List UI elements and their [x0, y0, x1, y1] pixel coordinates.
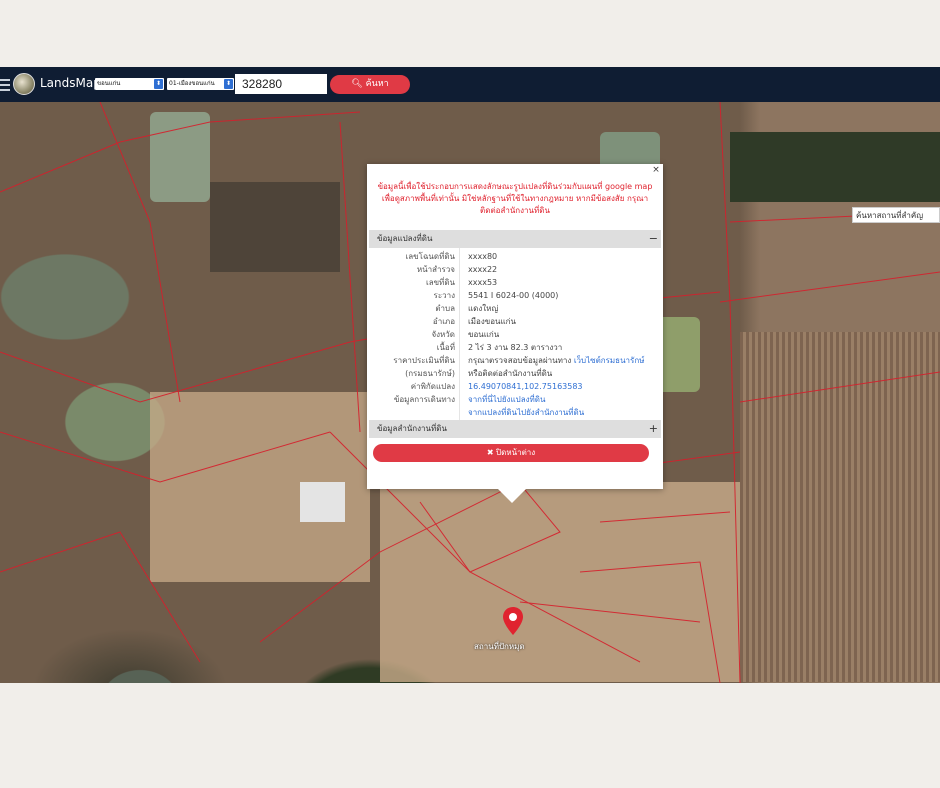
disclaimer-line: ข้อมูลนี้เพื่อใช้ประกอบการแสดงลักษณะรูปแ… — [377, 182, 653, 191]
coordinate-link[interactable]: 16.49070841,102.75163583 — [468, 381, 583, 392]
office-info-section-title: ข้อมูลสำนักงานที่ดิน — [377, 424, 447, 433]
close-icon[interactable]: × — [651, 165, 661, 175]
route-to-parcel-link[interactable]: จากที่นี่ไปยังแปลงที่ดิน — [468, 394, 545, 405]
row-label: (กรมธนารักษ์) — [405, 369, 455, 378]
office-info-section-header[interactable]: ข้อมูลสำนักงานที่ดิน + — [369, 420, 661, 438]
province-select[interactable]: ขอนแก่น ⬍ — [95, 78, 164, 90]
search-icon: 🔍︎ — [351, 79, 363, 89]
row-label: ค่าพิกัดแปลง — [410, 382, 455, 391]
district-select-value: 01-เมืองขอนแก่น — [169, 80, 215, 87]
row-value: กรุณาตรวจสอบข้อมูลผ่านทาง เว็บไซต์กรมธนา… — [468, 355, 644, 366]
land-info-section-header[interactable]: ข้อมูลแปลงที่ดิน − — [369, 230, 661, 248]
landmark-search-input[interactable]: ค้นหาสถานที่สำคัญ — [852, 207, 940, 223]
row-value: xxxx80 — [468, 252, 498, 261]
marker-label: สถานที่ปักหมุด — [474, 642, 525, 651]
collapse-icon[interactable]: − — [649, 230, 658, 248]
province-select-value: ขอนแก่น — [97, 80, 121, 87]
row-label: จังหวัด — [431, 330, 455, 339]
row-label: เลขที่ดิน — [425, 278, 455, 287]
row-label: ระวาง — [433, 291, 455, 300]
row-value: 2 ไร่ 3 งาน 82.3 ตารางวา — [468, 343, 563, 352]
row-label: ตำบล — [435, 304, 455, 313]
search-button[interactable]: 🔍︎ ค้นหา — [330, 75, 410, 94]
row-label: เนื้อที่ — [436, 343, 455, 352]
row-label: ราคาประเมินที่ดิน — [393, 356, 455, 365]
search-button-label: ค้นหา — [365, 79, 389, 89]
location-pin-icon[interactable] — [503, 607, 523, 635]
disclaimer-line: ติดต่อสำนักงานที่ดิน — [480, 206, 550, 215]
row-value: xxxx22 — [468, 265, 498, 274]
row-label: เลขโฉนดที่ดิน — [405, 252, 455, 261]
route-to-office-link[interactable]: จากแปลงที่ดินไปยังสำนักงานที่ดิน — [468, 407, 584, 418]
row-value: แดงใหญ่ — [468, 304, 499, 313]
row-value: 5541 I 6024-00 (4000) — [468, 291, 559, 300]
chevron-down-icon: ⬍ — [154, 79, 163, 89]
menu-icon[interactable] — [0, 76, 10, 92]
row-value: ขอนแก่น — [468, 330, 500, 339]
top-navbar: LandsMaps ขอนแก่น ⬍ 01-เมืองขอนแก่น ⬍ 🔍︎… — [0, 67, 940, 102]
row-label: อำเภอ — [432, 317, 455, 326]
close-window-button[interactable]: ✖ ปิดหน้าต่าง — [373, 444, 649, 462]
row-value: เมืองขอนแก่น — [468, 317, 516, 326]
disclaimer-text: ข้อมูลนี้เพื่อใช้ประกอบการแสดงลักษณะรูปแ… — [369, 181, 661, 217]
row-label: ข้อมูลการเดินทาง — [393, 395, 455, 404]
disclaimer-line: เพื่อดูสภาพพื้นที่เท่านั้น มิใช่หลักฐานท… — [381, 194, 649, 203]
landsmaps-logo — [13, 73, 35, 95]
price-note: กรุณาตรวจสอบข้อมูลผ่านทาง — [468, 356, 572, 365]
row-label: หน้าสำรวจ — [416, 265, 455, 274]
expand-icon[interactable]: + — [649, 420, 658, 438]
column-divider — [459, 248, 460, 420]
land-info-section-title: ข้อมูลแปลงที่ดิน — [377, 234, 433, 243]
parcel-info-popup: × ข้อมูลนี้เพื่อใช้ประกอบการแสดงลักษณะรู… — [367, 164, 663, 503]
treasury-website-link[interactable]: เว็บไซต์กรมธนารักษ์ — [574, 356, 645, 365]
district-select[interactable]: 01-เมืองขอนแก่น ⬍ — [167, 78, 234, 90]
chevron-down-icon: ⬍ — [224, 79, 233, 89]
row-value: หรือติดต่อสำนักงานที่ดิน — [468, 369, 553, 378]
row-value: xxxx53 — [468, 278, 498, 287]
parcel-search-input[interactable] — [235, 74, 327, 94]
